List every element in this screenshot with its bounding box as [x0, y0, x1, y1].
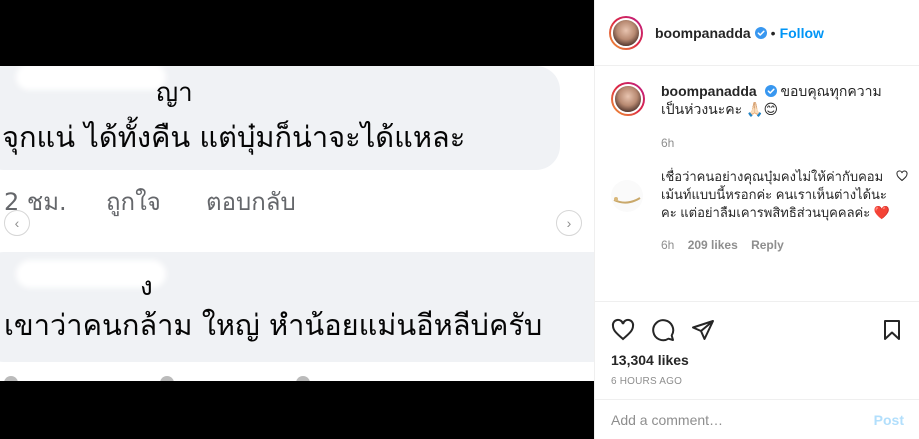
verified-badge-icon [754, 26, 767, 39]
comment-text: เขาว่าคนกล้าม ใหญ่ หำน้อยแม่นอีหลีบ่ครับ [4, 308, 543, 342]
follow-button[interactable]: Follow [780, 25, 824, 41]
comment-text: จุกแน่ ได้ทั้งคืน แต่บุ๋มก็น่าจะได้แหละ [2, 120, 466, 154]
share-paper-plane-icon[interactable] [691, 318, 715, 342]
caption-username[interactable]: boompanadda [661, 83, 757, 99]
post-header: boompanadda • Follow [595, 0, 919, 66]
comment-meta: 6h 209 likes Reply [661, 236, 899, 254]
comment-bubble-1: ญา จุกแน่ ได้ทั้งคืน แต่บุ๋มก็น่าจะได้แห… [0, 66, 560, 170]
comment-like-heart-icon[interactable] [896, 170, 908, 182]
post-panel: boompanadda • Follow boompanadda ขอบคุณท… [594, 0, 919, 439]
caption-avatar[interactable] [611, 82, 645, 116]
comment-like-label: ถูกใจ [106, 188, 161, 216]
carousel-next-button[interactable]: › [556, 210, 582, 236]
comment-input[interactable] [611, 411, 874, 428]
comment-bubble-icon[interactable] [651, 318, 675, 342]
cropped-glyph [160, 376, 174, 381]
avatar-photo [611, 17, 641, 48]
caption-body: boompanadda ขอบคุณทุกความเป็นห่วงนะคะ 🙏🏻… [661, 82, 901, 152]
cropped-glyph [296, 376, 310, 381]
comment-author-fragment: ง [140, 272, 153, 302]
redacted-name [16, 66, 166, 90]
add-comment-bar: Post [595, 399, 919, 439]
action-bar [611, 310, 904, 350]
comment-time[interactable]: 6h [661, 238, 674, 252]
comment-likes[interactable]: 209 likes [688, 238, 738, 252]
caption-time[interactable]: 6h [661, 134, 901, 152]
comment-reply-button[interactable]: Reply [751, 238, 784, 252]
post-timestamp[interactable]: 6 HOURS AGO [611, 376, 904, 387]
avatar[interactable] [609, 15, 643, 50]
cropped-glyph [4, 376, 18, 381]
separator-dot: • [770, 24, 776, 41]
carousel-prev-button[interactable]: ‹ [4, 210, 30, 236]
save-bookmark-icon[interactable] [880, 318, 904, 342]
screenshot-image: ญา จุกแน่ ได้ทั้งคืน แต่บุ๋มก็น่าจะได้แห… [0, 66, 594, 381]
post-caption: boompanadda ขอบคุณทุกความเป็นห่วงนะคะ 🙏🏻… [611, 82, 906, 152]
like-heart-icon[interactable] [611, 318, 635, 342]
post-media: ญา จุกแน่ ได้ทั้งคืน แต่บุ๋มก็น่าจะได้แห… [0, 0, 594, 439]
avatar-photo [613, 84, 643, 114]
commenter-avatar-icon [613, 197, 641, 204]
post-actions: 13,304 likes 6 HOURS AGO [595, 301, 919, 387]
comment-author-fragment: ญา [156, 78, 193, 108]
comments-section: boompanadda ขอบคุณทุกความเป็นห่วงนะคะ 🙏🏻… [595, 66, 919, 301]
header-username[interactable]: boompanadda [655, 25, 751, 41]
comment-text: เชื่อว่าคนอย่างคุณบุ๋มคงไม่ให้ค่ากับคอมเ… [661, 169, 891, 220]
comment-item: เชื่อว่าคนอย่างคุณบุ๋มคงไม่ให้ค่ากับคอมเ… [611, 168, 908, 254]
cropped-next-comment [0, 366, 594, 381]
verified-badge-icon [764, 85, 777, 97]
post-comment-button[interactable]: Post [874, 412, 904, 428]
comment-avatar[interactable] [611, 180, 643, 212]
comment-body: เชื่อว่าคนอย่างคุณบุ๋มคงไม่ให้ค่ากับคอมเ… [661, 168, 899, 254]
likes-count[interactable]: 13,304 likes [611, 352, 904, 368]
comment-bubble-2: ง เขาว่าคนกล้าม ใหญ่ หำน้อยแม่นอีหลีบ่คร… [0, 252, 594, 362]
comment-reply-label: ตอบกลับ [206, 188, 296, 216]
